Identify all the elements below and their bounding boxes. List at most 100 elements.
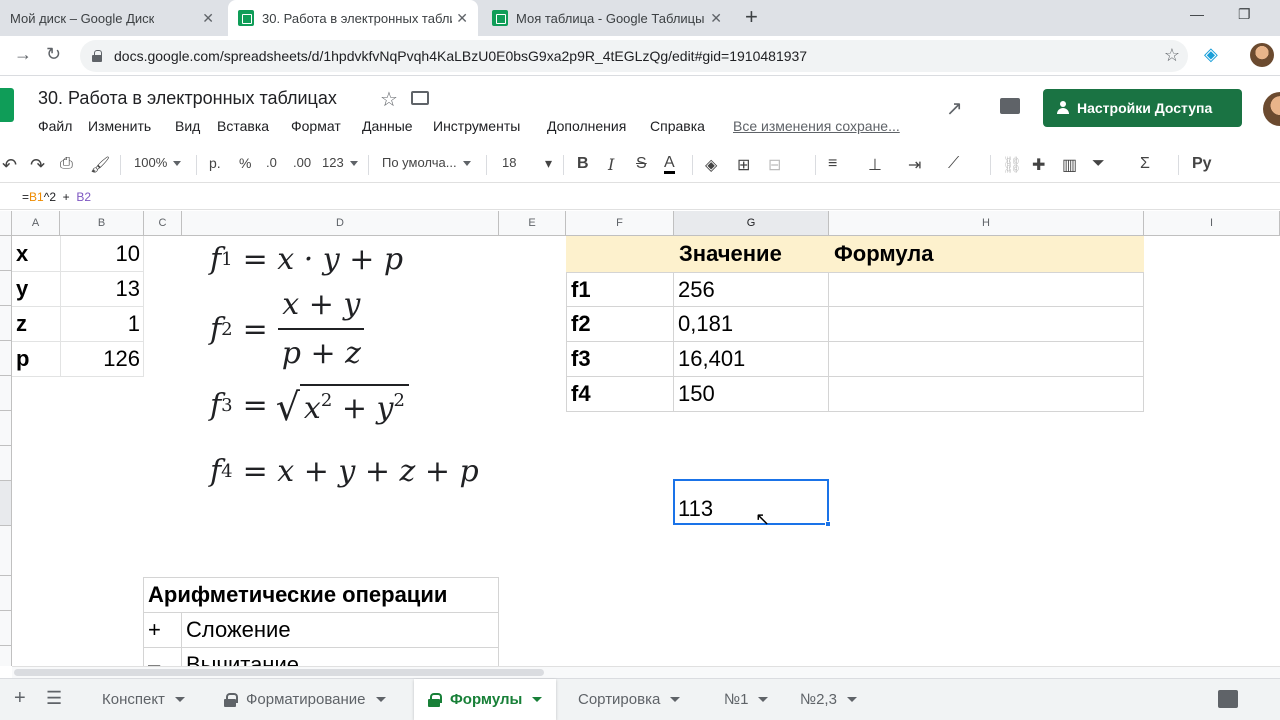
- var-name-cell[interactable]: x: [12, 236, 60, 271]
- italic-icon[interactable]: I: [608, 155, 614, 174]
- row-header[interactable]: [0, 446, 12, 481]
- save-status[interactable]: Все изменения сохране...: [733, 118, 900, 134]
- ops-name-cell[interactable]: Вычитание: [181, 647, 499, 666]
- text-color-icon[interactable]: A: [664, 155, 675, 174]
- sheets-logo-icon[interactable]: [0, 88, 14, 122]
- print-icon[interactable]: ⎙: [60, 155, 73, 173]
- sheet-tab[interactable]: №1: [710, 679, 782, 720]
- filter-icon[interactable]: ⏷: [1092, 155, 1105, 173]
- zoom-select[interactable]: 100%: [134, 155, 181, 170]
- results-value-cell[interactable]: 256: [673, 272, 829, 307]
- row-header[interactable]: [0, 341, 12, 376]
- functions-icon[interactable]: Σ: [1140, 155, 1150, 173]
- font-size-select[interactable]: 18: [502, 155, 516, 170]
- menu-data[interactable]: Данные: [362, 118, 413, 134]
- column-header-e[interactable]: E: [499, 211, 566, 236]
- sheet-tab[interactable]: Форматирование: [210, 679, 410, 720]
- menu-format[interactable]: Формат: [291, 118, 341, 134]
- menu-help[interactable]: Справка: [650, 118, 705, 134]
- sheet-tab[interactable]: №2,3: [786, 679, 876, 720]
- chevron-down-icon[interactable]: ▾: [545, 155, 552, 172]
- input-tools-icon[interactable]: Py: [1192, 155, 1212, 173]
- var-value-cell[interactable]: 1: [60, 306, 144, 341]
- row-header[interactable]: [0, 576, 12, 611]
- fill-handle[interactable]: [825, 521, 831, 527]
- ops-name-cell[interactable]: Сложение: [181, 612, 499, 648]
- var-name-cell[interactable]: z: [12, 306, 60, 341]
- column-header-a[interactable]: A: [12, 211, 60, 236]
- row-header[interactable]: [0, 481, 12, 526]
- sheet-tab[interactable]: Сортировка: [564, 679, 704, 720]
- font-select[interactable]: По умолча...: [382, 155, 471, 170]
- borders-icon[interactable]: ⊞: [737, 155, 750, 175]
- horizontal-scrollbar[interactable]: [12, 666, 1280, 678]
- ops-sign-cell[interactable]: +: [143, 612, 182, 648]
- results-formula-cell[interactable]: [828, 272, 1144, 307]
- var-name-cell[interactable]: y: [12, 271, 60, 306]
- link-icon[interactable]: ⛓: [1002, 155, 1022, 175]
- formula-bar[interactable]: =B1^2 + B2: [0, 184, 1280, 210]
- results-label-cell[interactable]: f1: [566, 272, 674, 307]
- select-all-corner[interactable]: [0, 211, 12, 236]
- browser-tab-drive[interactable]: Мой диск – Google Диск ✕: [0, 0, 226, 36]
- more-formats-select[interactable]: 123: [322, 155, 358, 170]
- all-sheets-icon[interactable]: ☰: [46, 688, 62, 709]
- share-button[interactable]: Настройки Доступа: [1043, 89, 1242, 127]
- fill-color-icon[interactable]: ◈: [705, 155, 717, 175]
- browser-tab-active[interactable]: 30. Работа в электронных табли ✕: [228, 0, 478, 36]
- column-header-c[interactable]: C: [144, 211, 182, 236]
- sheet-tab-active[interactable]: Формулы: [414, 679, 556, 720]
- paint-format-icon[interactable]: 🖌: [90, 155, 110, 175]
- active-cell-border[interactable]: [673, 479, 831, 527]
- results-value-cell[interactable]: 16,401: [673, 341, 829, 377]
- results-header-formula[interactable]: Формула: [829, 236, 1144, 272]
- results-label-cell[interactable]: f2: [566, 306, 674, 342]
- text-wrap-icon[interactable]: ⇥: [908, 155, 921, 175]
- activity-trend-icon[interactable]: ↗: [946, 96, 963, 121]
- row-header[interactable]: [0, 306, 12, 341]
- var-value-cell[interactable]: 13: [60, 271, 144, 306]
- results-formula-cell[interactable]: [828, 306, 1144, 342]
- menu-edit[interactable]: Изменить: [88, 118, 151, 134]
- document-title[interactable]: 30. Работа в электронных таблицах: [38, 88, 337, 109]
- row-header[interactable]: [0, 526, 12, 576]
- column-header-d[interactable]: D: [182, 211, 499, 236]
- menu-addons[interactable]: Дополнения: [547, 118, 626, 134]
- results-header-value[interactable]: Значение: [674, 236, 829, 272]
- increase-decimals-button[interactable]: .00: [293, 155, 311, 170]
- column-header-g[interactable]: G: [674, 211, 829, 236]
- menu-insert[interactable]: Вставка: [217, 118, 269, 134]
- results-formula-cell[interactable]: [828, 341, 1144, 377]
- move-folder-icon[interactable]: [411, 91, 429, 105]
- bold-icon[interactable]: B: [577, 155, 589, 173]
- forward-icon[interactable]: →: [14, 44, 32, 65]
- url-input[interactable]: docs.google.com/spreadsheets/d/1hpdvkfvN…: [80, 40, 1188, 72]
- minimize-icon[interactable]: —: [1190, 6, 1204, 22]
- row-header[interactable]: [0, 611, 12, 646]
- results-formula-cell[interactable]: [828, 376, 1144, 412]
- var-value-cell[interactable]: 10: [60, 236, 144, 271]
- column-header-h[interactable]: H: [829, 211, 1144, 236]
- browser-tab-my-table[interactable]: Моя таблица - Google Таблицы ✕: [482, 0, 732, 36]
- var-name-cell[interactable]: p: [12, 341, 60, 376]
- spreadsheet-grid[interactable]: A B C D E F G H I x 10 y 13 z 1 p 126 f1…: [0, 211, 1280, 666]
- account-avatar[interactable]: [1263, 92, 1280, 126]
- profile-avatar[interactable]: [1250, 43, 1274, 67]
- scrollbar-thumb[interactable]: [14, 669, 544, 676]
- currency-format-button[interactable]: р.: [209, 155, 221, 171]
- insert-comment-icon[interactable]: ✚: [1032, 155, 1045, 175]
- results-label-cell[interactable]: f3: [566, 341, 674, 377]
- close-icon[interactable]: ✕: [456, 10, 468, 27]
- extension-icon[interactable]: ◈: [1204, 44, 1218, 65]
- insert-chart-icon[interactable]: ▥: [1062, 155, 1077, 175]
- column-header-f[interactable]: F: [566, 211, 674, 236]
- new-tab-button[interactable]: +: [745, 4, 758, 30]
- undo-icon[interactable]: ↶: [2, 155, 17, 176]
- text-rotation-icon[interactable]: ⟋: [948, 155, 959, 173]
- row-header[interactable]: [0, 411, 12, 446]
- explore-icon[interactable]: [1218, 690, 1238, 708]
- ops-table-title[interactable]: Арифметические операции: [143, 577, 499, 613]
- ops-sign-cell[interactable]: –: [143, 647, 182, 666]
- menu-view[interactable]: Вид: [175, 118, 200, 134]
- comments-icon[interactable]: [1000, 98, 1020, 114]
